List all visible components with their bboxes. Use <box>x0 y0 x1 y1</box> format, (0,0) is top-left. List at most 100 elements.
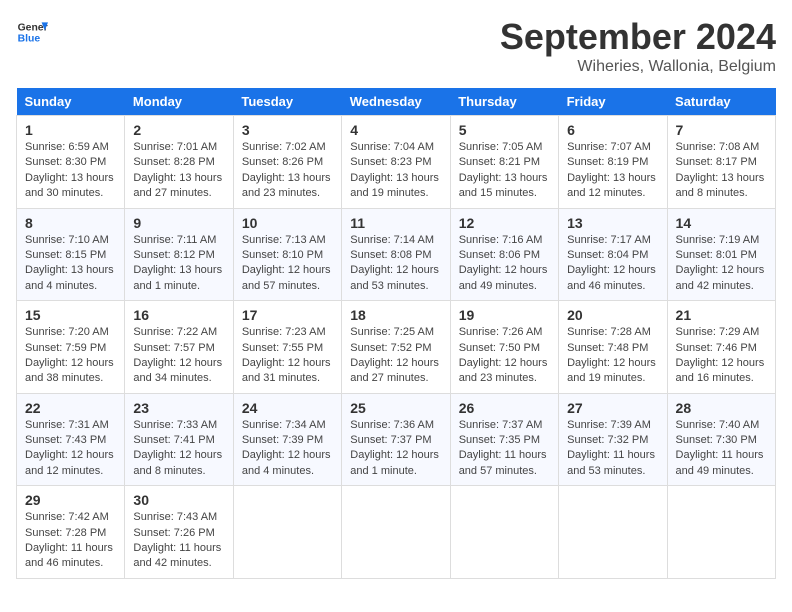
day-info: Sunrise: 7:17 AM Sunset: 8:04 PM Dayligh… <box>567 233 658 295</box>
table-cell: 24Sunrise: 7:34 AM Sunset: 7:39 PM Dayli… <box>233 393 341 486</box>
day-number: 6 <box>567 122 658 138</box>
day-number: 23 <box>133 400 224 416</box>
table-cell <box>559 486 667 579</box>
header-friday: Friday <box>559 88 667 116</box>
day-number: 8 <box>25 215 116 231</box>
header-saturday: Saturday <box>667 88 775 116</box>
day-info: Sunrise: 7:40 AM Sunset: 7:30 PM Dayligh… <box>676 418 767 480</box>
day-number: 1 <box>25 122 116 138</box>
table-cell: 1 Sunrise: 6:59 AM Sunset: 8:30 PM Daylig… <box>17 116 125 209</box>
day-info: Sunrise: 7:37 AM Sunset: 7:35 PM Dayligh… <box>459 418 550 480</box>
logo: General Blue <box>16 16 48 48</box>
table-cell: 30Sunrise: 7:43 AM Sunset: 7:26 PM Dayli… <box>125 486 233 579</box>
header: General Blue September 2024 Wiheries, Wa… <box>16 16 776 76</box>
header-wednesday: Wednesday <box>342 88 450 116</box>
day-info: Sunrise: 7:19 AM Sunset: 8:01 PM Dayligh… <box>676 233 767 295</box>
day-number: 13 <box>567 215 658 231</box>
table-cell: 29 Sunrise: 7:42 AM Sunset: 7:28 PM Dayli… <box>17 486 125 579</box>
week-row-1: 1 Sunrise: 6:59 AM Sunset: 8:30 PM Daylig… <box>17 116 776 209</box>
day-number: 22 <box>25 400 116 416</box>
day-number: 18 <box>350 307 441 323</box>
title-area: September 2024 Wiheries, Wallonia, Belgi… <box>500 16 776 76</box>
table-cell: 13 Sunrise: 7:17 AM Sunset: 8:04 PM Dayli… <box>559 208 667 301</box>
day-info: Sunrise: 7:01 AM Sunset: 8:28 PM Dayligh… <box>133 140 224 202</box>
table-cell <box>450 486 558 579</box>
table-cell <box>667 486 775 579</box>
table-cell: 10 Sunrise: 7:13 AM Sunset: 8:10 PM Dayli… <box>233 208 341 301</box>
table-cell: 19 Sunrise: 7:26 AM Sunset: 7:50 PM Dayli… <box>450 301 558 394</box>
days-header-row: Sunday Monday Tuesday Wednesday Thursday… <box>17 88 776 116</box>
day-number: 5 <box>459 122 550 138</box>
day-info: Sunrise: 7:43 AM Sunset: 7:26 PM Dayligh… <box>133 510 224 572</box>
day-number: 15 <box>25 307 116 323</box>
day-info: Sunrise: 7:28 AM Sunset: 7:48 PM Dayligh… <box>567 325 658 387</box>
day-number: 20 <box>567 307 658 323</box>
day-info: Sunrise: 7:23 AM Sunset: 7:55 PM Dayligh… <box>242 325 333 387</box>
day-info: Sunrise: 7:29 AM Sunset: 7:46 PM Dayligh… <box>676 325 767 387</box>
day-info: Sunrise: 7:02 AM Sunset: 8:26 PM Dayligh… <box>242 140 333 202</box>
day-number: 3 <box>242 122 333 138</box>
header-sunday: Sunday <box>17 88 125 116</box>
header-monday: Monday <box>125 88 233 116</box>
day-number: 19 <box>459 307 550 323</box>
day-number: 9 <box>133 215 224 231</box>
day-number: 11 <box>350 215 441 231</box>
day-info: Sunrise: 7:07 AM Sunset: 8:19 PM Dayligh… <box>567 140 658 202</box>
week-row-4: 22 Sunrise: 7:31 AM Sunset: 7:43 PM Dayli… <box>17 393 776 486</box>
calendar-table: Sunday Monday Tuesday Wednesday Thursday… <box>16 88 776 579</box>
table-cell: 25 Sunrise: 7:36 AM Sunset: 7:37 PM Dayli… <box>342 393 450 486</box>
table-cell <box>233 486 341 579</box>
table-cell: 16Sunrise: 7:22 AM Sunset: 7:57 PM Dayli… <box>125 301 233 394</box>
day-number: 4 <box>350 122 441 138</box>
day-number: 27 <box>567 400 658 416</box>
table-cell: 27Sunrise: 7:39 AM Sunset: 7:32 PM Dayli… <box>559 393 667 486</box>
table-cell: 22 Sunrise: 7:31 AM Sunset: 7:43 PM Dayli… <box>17 393 125 486</box>
table-cell: 28 Sunrise: 7:40 AM Sunset: 7:30 PM Dayli… <box>667 393 775 486</box>
day-info: Sunrise: 6:59 AM Sunset: 8:30 PM Dayligh… <box>25 140 116 202</box>
table-cell: 17Sunrise: 7:23 AM Sunset: 7:55 PM Dayli… <box>233 301 341 394</box>
day-info: Sunrise: 7:08 AM Sunset: 8:17 PM Dayligh… <box>676 140 767 202</box>
day-number: 26 <box>459 400 550 416</box>
table-cell: 7Sunrise: 7:08 AM Sunset: 8:17 PM Daylig… <box>667 116 775 209</box>
day-info: Sunrise: 7:26 AM Sunset: 7:50 PM Dayligh… <box>459 325 550 387</box>
day-number: 2 <box>133 122 224 138</box>
table-cell: 26 Sunrise: 7:37 AM Sunset: 7:35 PM Dayli… <box>450 393 558 486</box>
day-number: 28 <box>676 400 767 416</box>
table-cell: 18Sunrise: 7:25 AM Sunset: 7:52 PM Dayli… <box>342 301 450 394</box>
day-info: Sunrise: 7:04 AM Sunset: 8:23 PM Dayligh… <box>350 140 441 202</box>
header-tuesday: Tuesday <box>233 88 341 116</box>
month-title: September 2024 <box>500 16 776 58</box>
table-cell: 15Sunrise: 7:20 AM Sunset: 7:59 PM Dayli… <box>17 301 125 394</box>
table-cell: 20 Sunrise: 7:28 AM Sunset: 7:48 PM Dayli… <box>559 301 667 394</box>
day-number: 25 <box>350 400 441 416</box>
day-info: Sunrise: 7:16 AM Sunset: 8:06 PM Dayligh… <box>459 233 550 295</box>
table-cell: 11Sunrise: 7:14 AM Sunset: 8:08 PM Dayli… <box>342 208 450 301</box>
day-number: 21 <box>676 307 767 323</box>
day-info: Sunrise: 7:13 AM Sunset: 8:10 PM Dayligh… <box>242 233 333 295</box>
table-cell: 12 Sunrise: 7:16 AM Sunset: 8:06 PM Dayli… <box>450 208 558 301</box>
logo-icon: General Blue <box>16 16 48 48</box>
day-number: 16 <box>133 307 224 323</box>
day-number: 29 <box>25 492 116 508</box>
day-number: 24 <box>242 400 333 416</box>
week-row-2: 8Sunrise: 7:10 AM Sunset: 8:15 PM Daylig… <box>17 208 776 301</box>
day-number: 12 <box>459 215 550 231</box>
table-cell: 6 Sunrise: 7:07 AM Sunset: 8:19 PM Daylig… <box>559 116 667 209</box>
table-cell: 3 Sunrise: 7:02 AM Sunset: 8:26 PM Daylig… <box>233 116 341 209</box>
table-cell: 21 Sunrise: 7:29 AM Sunset: 7:46 PM Dayli… <box>667 301 775 394</box>
table-cell: 23 Sunrise: 7:33 AM Sunset: 7:41 PM Dayli… <box>125 393 233 486</box>
week-row-3: 15Sunrise: 7:20 AM Sunset: 7:59 PM Dayli… <box>17 301 776 394</box>
location-title: Wiheries, Wallonia, Belgium <box>500 58 776 76</box>
day-info: Sunrise: 7:42 AM Sunset: 7:28 PM Dayligh… <box>25 510 116 572</box>
table-cell: 14Sunrise: 7:19 AM Sunset: 8:01 PM Dayli… <box>667 208 775 301</box>
day-info: Sunrise: 7:31 AM Sunset: 7:43 PM Dayligh… <box>25 418 116 480</box>
day-info: Sunrise: 7:05 AM Sunset: 8:21 PM Dayligh… <box>459 140 550 202</box>
table-cell: 8Sunrise: 7:10 AM Sunset: 8:15 PM Daylig… <box>17 208 125 301</box>
day-number: 10 <box>242 215 333 231</box>
svg-text:Blue: Blue <box>18 34 41 45</box>
table-cell: 9Sunrise: 7:11 AM Sunset: 8:12 PM Daylig… <box>125 208 233 301</box>
day-info: Sunrise: 7:33 AM Sunset: 7:41 PM Dayligh… <box>133 418 224 480</box>
day-info: Sunrise: 7:36 AM Sunset: 7:37 PM Dayligh… <box>350 418 441 480</box>
table-cell: 5 Sunrise: 7:05 AM Sunset: 8:21 PM Daylig… <box>450 116 558 209</box>
table-cell: 4 Sunrise: 7:04 AM Sunset: 8:23 PM Daylig… <box>342 116 450 209</box>
